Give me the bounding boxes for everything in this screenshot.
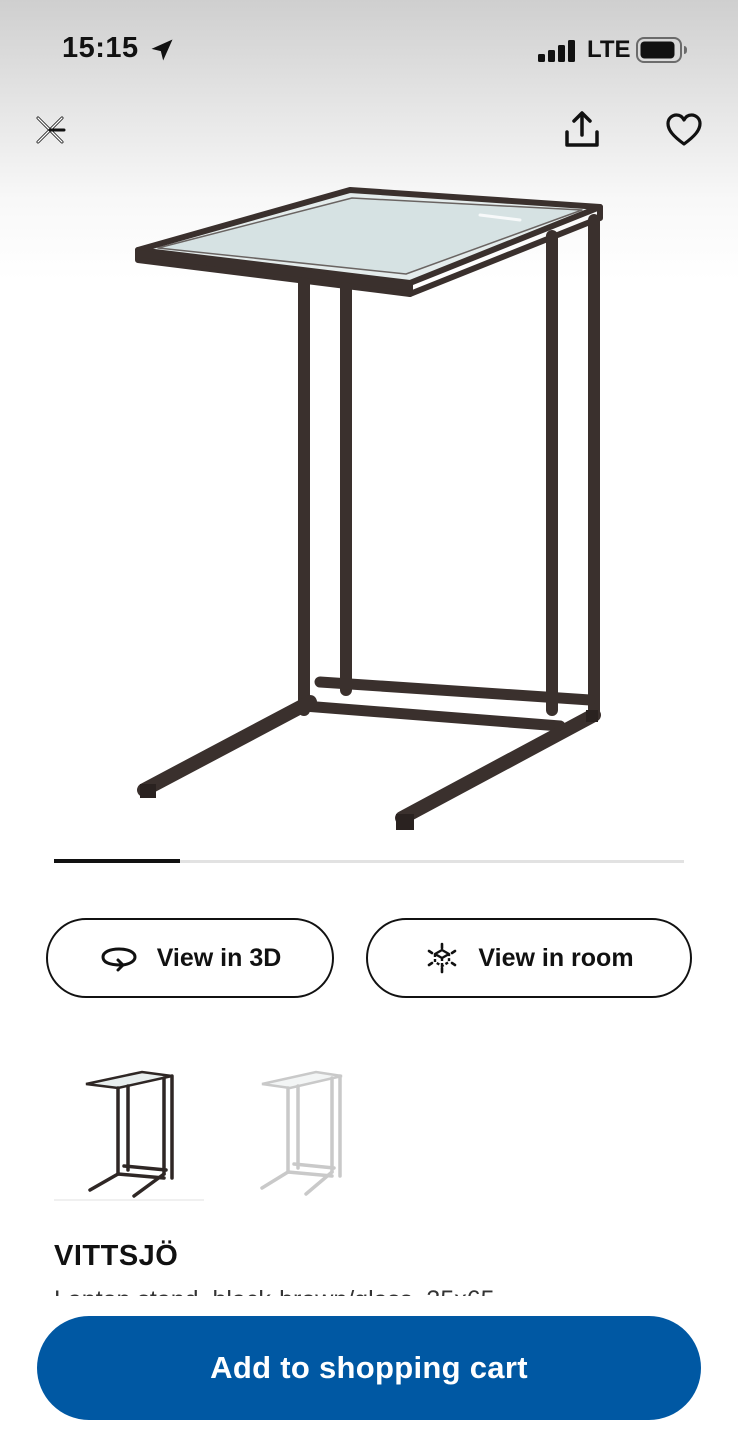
ar-cube-icon	[428, 942, 457, 974]
location-arrow-icon	[151, 39, 173, 61]
product-description: Laptop stand, black-brown/glass, 35x65	[54, 1285, 714, 1296]
variant-black-brown-image	[85, 1070, 174, 1198]
share-icon	[565, 111, 599, 147]
view-in-room-label: View in room	[478, 943, 634, 972]
home-indicator-area	[0, 1432, 738, 1440]
product-image[interactable]	[120, 170, 620, 850]
signal-icon	[538, 40, 575, 62]
network-type: LTE	[587, 36, 631, 63]
battery-icon	[636, 37, 687, 63]
close-button[interactable]	[28, 108, 72, 152]
view-in-room-button[interactable]: View in room	[366, 918, 692, 998]
share-button[interactable]	[560, 108, 604, 152]
gallery-progress-fill	[54, 859, 180, 863]
view-in-3d-label: View in 3D	[156, 943, 282, 972]
variant-black-brown[interactable]	[54, 1062, 204, 1200]
variant-white-image	[260, 1070, 343, 1196]
status-time: 15:15	[62, 32, 139, 64]
add-to-cart-label: Add to shopping cart	[210, 1350, 528, 1385]
heart-icon	[666, 113, 702, 146]
add-to-cart-button[interactable]: Add to shopping cart	[37, 1316, 701, 1420]
status-bar: 15:15 LTE	[0, 0, 738, 100]
gallery-progress	[54, 859, 684, 863]
view-in-3d-button[interactable]: View in 3D	[46, 918, 334, 998]
favorite-button[interactable]	[662, 108, 706, 152]
product-description-clip: Laptop stand, black-brown/glass, 35x65	[54, 1285, 714, 1296]
rotate-3d-icon	[101, 947, 137, 972]
variant-selected-indicator	[54, 1199, 204, 1201]
product-name: VITTSJÖ	[54, 1240, 179, 1272]
close-icon	[36, 116, 66, 144]
variant-white[interactable]	[226, 1062, 376, 1200]
